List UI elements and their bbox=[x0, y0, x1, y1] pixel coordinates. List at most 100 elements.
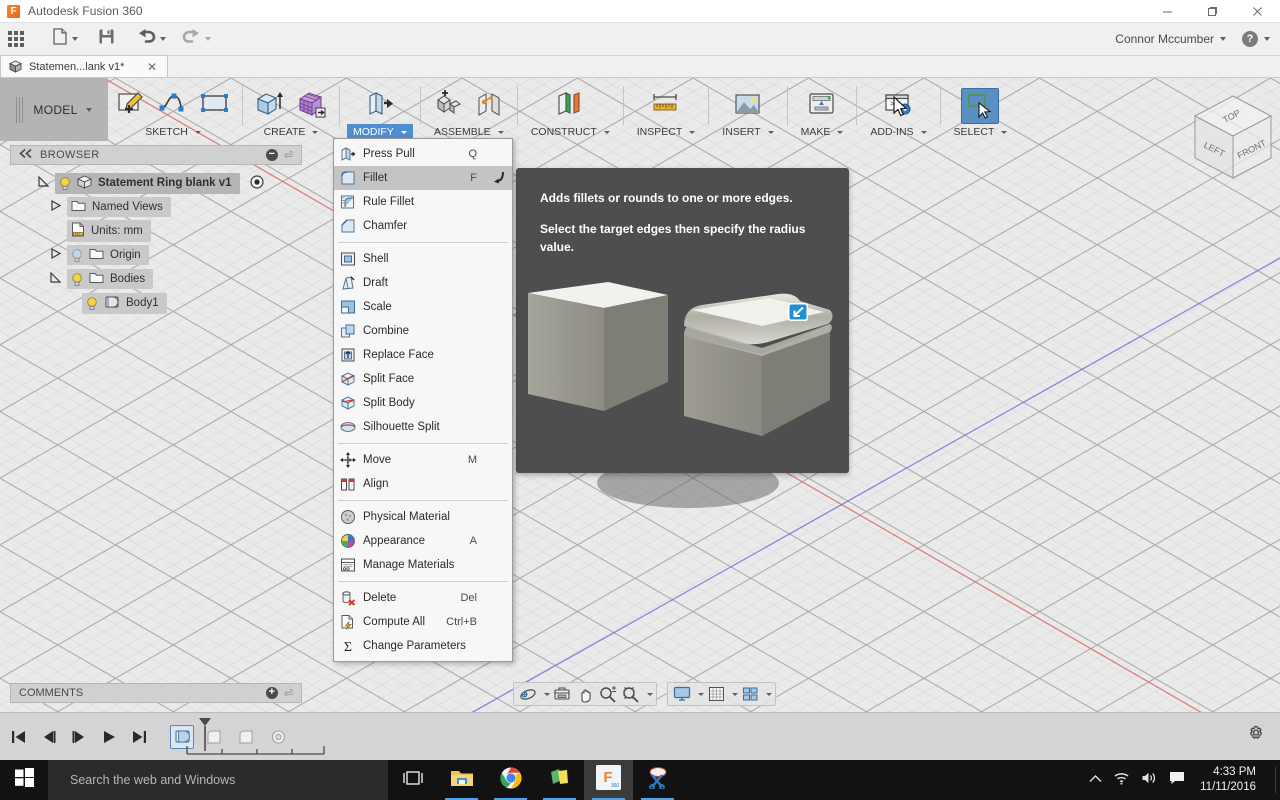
start-button[interactable] bbox=[0, 760, 48, 800]
chevron-down-icon[interactable] bbox=[544, 692, 550, 696]
task-view-button[interactable] bbox=[388, 760, 437, 800]
menu-item-manage-materials[interactable]: Manage Materials bbox=[334, 553, 512, 577]
document-tab[interactable]: Statemen...lank v1* ✕ bbox=[0, 55, 168, 77]
expand-arrow-icon[interactable] bbox=[50, 199, 62, 214]
play-button[interactable] bbox=[98, 725, 120, 749]
tree-item-named-views[interactable]: Named Views bbox=[10, 195, 302, 219]
go-to-end-button[interactable] bbox=[128, 725, 150, 749]
ribbon-tab-inspect[interactable]: INSPECT bbox=[631, 124, 702, 141]
chevron-down-icon[interactable] bbox=[766, 692, 772, 696]
taskbar-fusion360[interactable]: F 360 bbox=[584, 760, 633, 800]
tree-item-origin[interactable]: Origin bbox=[10, 243, 302, 267]
ch--evron-down-icon[interactable] bbox=[732, 692, 738, 696]
visibility-bulb-icon[interactable] bbox=[71, 272, 83, 286]
menu-item-align[interactable]: Align bbox=[334, 472, 512, 496]
menu-item-press-pull[interactable]: Press Pull Q bbox=[334, 142, 512, 166]
ribbon-tab-insert[interactable]: INSERT bbox=[716, 124, 779, 141]
menu-item-delete[interactable]: Delete Del bbox=[334, 586, 512, 610]
offset-plane-button[interactable] bbox=[550, 86, 590, 124]
wifi-icon[interactable] bbox=[1113, 771, 1130, 790]
menu-item-fillet[interactable]: Fillet F bbox=[334, 166, 512, 190]
chevron-down-icon[interactable] bbox=[647, 692, 653, 696]
spline-button[interactable] bbox=[153, 86, 193, 124]
ribbon-tab-create[interactable]: CREATE bbox=[258, 124, 325, 141]
tree-item-bodies[interactable]: Bodies bbox=[10, 267, 302, 291]
visibility-bulb-icon[interactable] bbox=[71, 248, 83, 262]
menu-item-appearance[interactable]: Appearance A bbox=[334, 529, 512, 553]
undo-button[interactable] bbox=[132, 26, 171, 53]
file-menu-button[interactable] bbox=[47, 26, 83, 53]
expand-arrow-icon[interactable] bbox=[38, 175, 50, 190]
timeline-settings-button[interactable] bbox=[1246, 724, 1266, 749]
menu-item-draft[interactable]: Draft bbox=[334, 271, 512, 295]
pattern-button[interactable] bbox=[292, 86, 332, 124]
close-icon[interactable]: ✕ bbox=[145, 60, 159, 74]
taskbar-search-box[interactable]: Search the web and Windows bbox=[48, 760, 388, 800]
display-settings-button[interactable] bbox=[671, 683, 693, 705]
chevron-down-icon[interactable] bbox=[698, 692, 704, 696]
taskbar-file-explorer[interactable] bbox=[437, 760, 486, 800]
ribbon-tab-sketch[interactable]: SKETCH bbox=[139, 124, 207, 141]
expand-arrow-icon[interactable] bbox=[50, 247, 62, 262]
speaker-icon[interactable] bbox=[1141, 771, 1158, 790]
collapse-panel-icon[interactable] bbox=[19, 148, 32, 161]
step-back-button[interactable] bbox=[38, 725, 60, 749]
tree-item-statement-ring-blank[interactable]: Statement Ring blank v1 bbox=[10, 171, 302, 195]
menu-item-scale[interactable]: Scale bbox=[334, 295, 512, 319]
step-forward-button[interactable] bbox=[68, 725, 90, 749]
activate-component-radio[interactable] bbox=[249, 174, 264, 192]
notification-icon[interactable] bbox=[1169, 771, 1185, 790]
extrude-button[interactable] bbox=[250, 86, 290, 124]
workspace-selector[interactable]: MODEL bbox=[0, 78, 108, 141]
zoom-button[interactable] bbox=[597, 683, 619, 705]
pan-button[interactable] bbox=[574, 683, 596, 705]
press-pull-button[interactable] bbox=[360, 86, 400, 124]
select-button[interactable] bbox=[961, 88, 1000, 124]
help-icon[interactable]: ? bbox=[1242, 31, 1258, 47]
chevron-down-icon[interactable] bbox=[1264, 37, 1270, 41]
measure-button[interactable] bbox=[646, 86, 686, 124]
menu-item-combine[interactable]: Combine bbox=[334, 319, 512, 343]
create-sketch-button[interactable] bbox=[111, 86, 151, 124]
menu-item-physical-material[interactable]: Physical Material bbox=[334, 505, 512, 529]
show-desktop-button[interactable] bbox=[1275, 767, 1276, 793]
ribbon-tab-construct[interactable]: CONSTRUCT bbox=[525, 124, 616, 141]
minus-circle-icon[interactable]: − bbox=[265, 149, 278, 161]
menu-item-compute-all[interactable]: Compute All Ctrl+B bbox=[334, 610, 512, 634]
plus-circle-icon[interactable]: + bbox=[265, 687, 278, 699]
taskbar-snipping-tool[interactable] bbox=[633, 760, 682, 800]
chevron-down-icon[interactable] bbox=[1220, 37, 1226, 41]
menu-item-chamfer[interactable]: Chamfer bbox=[334, 214, 512, 238]
tree-item-body1[interactable]: Body1 bbox=[10, 291, 302, 315]
taskbar-sticky-notes[interactable] bbox=[535, 760, 584, 800]
new-component-button[interactable] bbox=[428, 86, 468, 124]
menu-item-split-face[interactable]: Split Face bbox=[334, 367, 512, 391]
save-button[interactable] bbox=[93, 26, 120, 53]
comments-panel[interactable]: COMMENTS + ⏎ bbox=[10, 683, 302, 703]
menu-item-silhouette-split[interactable]: Silhouette Split bbox=[334, 415, 512, 439]
ribbon-tab-make[interactable]: MAKE bbox=[795, 124, 850, 141]
ribbon-tab-addins[interactable]: ADD-INS bbox=[864, 124, 932, 141]
fit-button[interactable] bbox=[620, 683, 642, 705]
go-to-beginning-button[interactable] bbox=[8, 725, 30, 749]
taskbar-clock[interactable]: 4:33 PM 11/11/2016 bbox=[1196, 765, 1264, 795]
panel-resize-grip[interactable]: ⏎ bbox=[284, 687, 293, 700]
menu-item-shell[interactable]: Shell bbox=[334, 247, 512, 271]
3d-print-button[interactable] bbox=[802, 86, 842, 124]
close-button[interactable] bbox=[1235, 0, 1280, 23]
menu-item-change-parameters[interactable]: Σ Change Parameters bbox=[334, 634, 512, 658]
panel-resize-grip[interactable]: ⏎ bbox=[284, 149, 293, 162]
look-at-button[interactable] bbox=[551, 683, 573, 705]
orbit-button[interactable] bbox=[517, 683, 539, 705]
insert-image-button[interactable] bbox=[728, 86, 768, 124]
tree-item-units[interactable]: Units: mm bbox=[10, 219, 302, 243]
viewports-button[interactable] bbox=[739, 683, 761, 705]
joint-button[interactable] bbox=[470, 86, 510, 124]
menu-item-split-body[interactable]: Split Body bbox=[334, 391, 512, 415]
modify-dropdown-menu[interactable]: Press Pull Q Fillet F Rule Fillet Chamfe… bbox=[333, 138, 513, 662]
app-grid-button[interactable] bbox=[3, 26, 29, 53]
menu-item-move[interactable]: Move M bbox=[334, 448, 512, 472]
visibility-bulb-icon[interactable] bbox=[86, 296, 98, 310]
maximize-button[interactable] bbox=[1190, 0, 1235, 23]
ribbon-tab-select[interactable]: SELECT bbox=[948, 124, 1014, 141]
